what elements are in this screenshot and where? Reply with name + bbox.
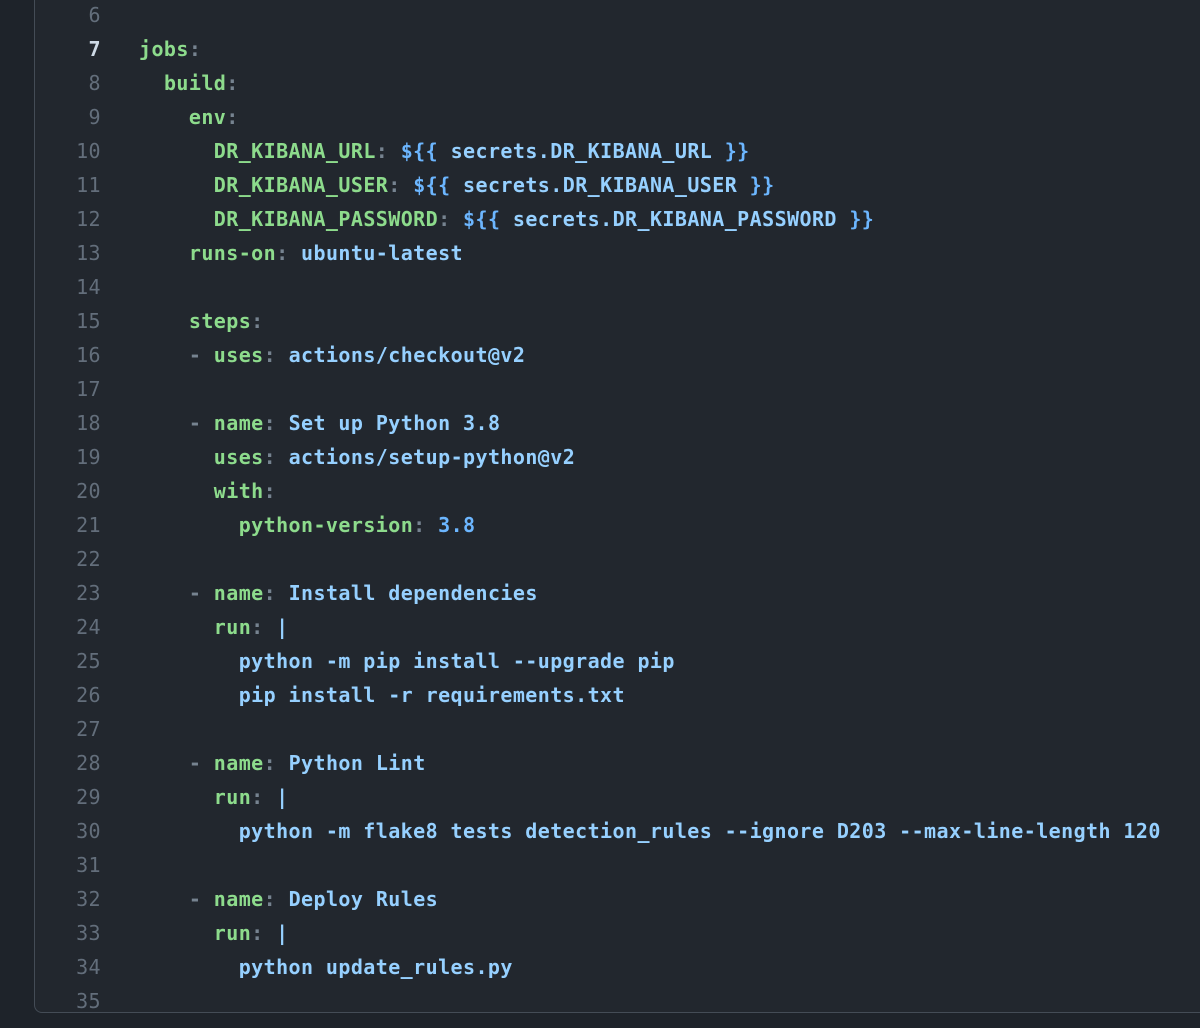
line-number[interactable]: 25 xyxy=(35,644,101,678)
line-number[interactable]: 15 xyxy=(35,304,101,338)
code-text: - name: Python Lint xyxy=(139,746,426,780)
code-text: python -m flake8 tests detection_rules -… xyxy=(139,814,1161,848)
code-text: steps: xyxy=(139,304,264,338)
code-line: 19 uses: actions/setup-python@v2 xyxy=(35,440,1200,474)
code-line: 10 DR_KIBANA_URL: ${{ secrets.DR_KIBANA_… xyxy=(35,134,1200,168)
line-number[interactable]: 14 xyxy=(35,270,101,304)
line-number[interactable]: 19 xyxy=(35,440,101,474)
line-number[interactable]: 23 xyxy=(35,576,101,610)
code-text: python update_rules.py xyxy=(139,950,513,984)
line-number[interactable]: 10 xyxy=(35,134,101,168)
code-block: 67jobs:8 build:9 env:10 DR_KIBANA_URL: $… xyxy=(34,0,1200,1013)
code-text: DR_KIBANA_USER: ${{ secrets.DR_KIBANA_US… xyxy=(139,168,775,202)
code-line: 11 DR_KIBANA_USER: ${{ secrets.DR_KIBANA… xyxy=(35,168,1200,202)
code-text: jobs: xyxy=(139,32,201,66)
code-line: 34 python update_rules.py xyxy=(35,950,1200,984)
code-text: runs-on: ubuntu-latest xyxy=(139,236,463,270)
code-line: 31 xyxy=(35,848,1200,882)
code-text: pip install -r requirements.txt xyxy=(139,678,625,712)
line-number[interactable]: 18 xyxy=(35,406,101,440)
code-line: 33 run: | xyxy=(35,916,1200,950)
line-number[interactable]: 12 xyxy=(35,202,101,236)
line-number[interactable]: 28 xyxy=(35,746,101,780)
code-line: 6 xyxy=(35,0,1200,32)
code-line: 15 steps: xyxy=(35,304,1200,338)
code-text: uses: actions/setup-python@v2 xyxy=(139,440,575,474)
code-line: 32 - name: Deploy Rules xyxy=(35,882,1200,916)
line-number[interactable]: 8 xyxy=(35,66,101,100)
line-number[interactable]: 29 xyxy=(35,780,101,814)
line-number[interactable]: 7 xyxy=(35,32,101,66)
code-line: 21 python-version: 3.8 xyxy=(35,508,1200,542)
line-number[interactable]: 16 xyxy=(35,338,101,372)
line-number[interactable]: 27 xyxy=(35,712,101,746)
line-number[interactable]: 11 xyxy=(35,168,101,202)
code-line: 18 - name: Set up Python 3.8 xyxy=(35,406,1200,440)
code-line: 12 DR_KIBANA_PASSWORD: ${{ secrets.DR_KI… xyxy=(35,202,1200,236)
code-text: build: xyxy=(139,66,239,100)
code-text: DR_KIBANA_PASSWORD: ${{ secrets.DR_KIBAN… xyxy=(139,202,874,236)
code-line: 27 xyxy=(35,712,1200,746)
code-text: env: xyxy=(139,100,239,134)
code-line: 7 jobs: xyxy=(35,32,1200,66)
line-number[interactable]: 20 xyxy=(35,474,101,508)
code-text: - name: Install dependencies xyxy=(139,576,538,610)
line-number[interactable]: 17 xyxy=(35,372,101,406)
code-line: 17 xyxy=(35,372,1200,406)
code-line: 8 build: xyxy=(35,66,1200,100)
line-number[interactable]: 26 xyxy=(35,678,101,712)
code-line: 23 - name: Install dependencies xyxy=(35,576,1200,610)
code-line: 9 env: xyxy=(35,100,1200,134)
line-number[interactable]: 31 xyxy=(35,848,101,882)
code-line: 14 xyxy=(35,270,1200,304)
line-number[interactable]: 33 xyxy=(35,916,101,950)
line-number[interactable]: 22 xyxy=(35,542,101,576)
code-line: 16 - uses: actions/checkout@v2 xyxy=(35,338,1200,372)
code-text: with: xyxy=(139,474,276,508)
code-line: 30 python -m flake8 tests detection_rule… xyxy=(35,814,1200,848)
code-line: 26 pip install -r requirements.txt xyxy=(35,678,1200,712)
line-number[interactable]: 21 xyxy=(35,508,101,542)
code-editor: 67jobs:8 build:9 env:10 DR_KIBANA_URL: $… xyxy=(35,0,1200,1013)
code-text: DR_KIBANA_URL: ${{ secrets.DR_KIBANA_URL… xyxy=(139,134,750,168)
line-number[interactable]: 24 xyxy=(35,610,101,644)
line-number[interactable]: 6 xyxy=(35,0,101,32)
code-line: 29 run: | xyxy=(35,780,1200,814)
code-text: python-version: 3.8 xyxy=(139,508,476,542)
code-text: - name: Deploy Rules xyxy=(139,882,438,916)
code-text: run: | xyxy=(139,780,289,814)
code-text: python -m pip install --upgrade pip xyxy=(139,644,675,678)
code-line: 35 xyxy=(35,984,1200,1013)
code-text: run: | xyxy=(139,916,289,950)
line-number[interactable]: 13 xyxy=(35,236,101,270)
line-number[interactable]: 30 xyxy=(35,814,101,848)
code-line: 25 python -m pip install --upgrade pip xyxy=(35,644,1200,678)
code-text: - name: Set up Python 3.8 xyxy=(139,406,500,440)
code-line: 20 with: xyxy=(35,474,1200,508)
code-text: - uses: actions/checkout@v2 xyxy=(139,338,525,372)
code-line: 28 - name: Python Lint xyxy=(35,746,1200,780)
code-line: 24 run: | xyxy=(35,610,1200,644)
line-number[interactable]: 32 xyxy=(35,882,101,916)
code-line: 22 xyxy=(35,542,1200,576)
line-number[interactable]: 35 xyxy=(35,984,101,1013)
page: 67jobs:8 build:9 env:10 DR_KIBANA_URL: $… xyxy=(0,0,1200,1028)
code-line: 13 runs-on: ubuntu-latest xyxy=(35,236,1200,270)
line-number[interactable]: 9 xyxy=(35,100,101,134)
code-text: run: | xyxy=(139,610,289,644)
line-number[interactable]: 34 xyxy=(35,950,101,984)
